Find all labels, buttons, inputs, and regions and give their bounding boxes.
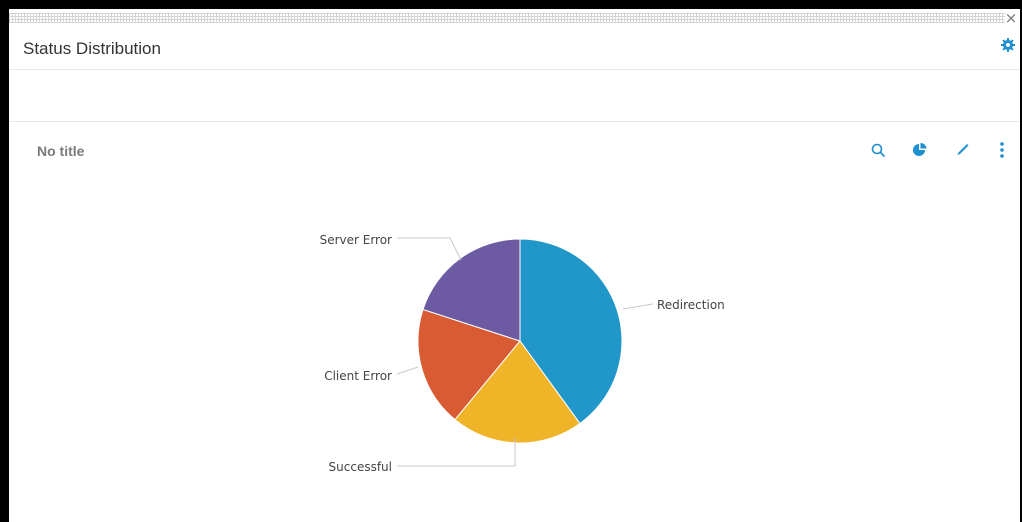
label-connector: [622, 303, 654, 310]
pie-label: Redirection: [657, 298, 725, 312]
pie-label: Client Error: [324, 369, 392, 383]
label-connector: [397, 237, 462, 261]
drag-handle[interactable]: [9, 13, 1005, 23]
widget-title: Status Distribution: [23, 39, 161, 58]
pie-chart-svg: Redirection Successful Client Error Server …: [320, 233, 725, 474]
gear-icon[interactable]: [1000, 37, 1016, 53]
label-connector: [397, 438, 516, 467]
pie-label: Server Error: [320, 233, 392, 247]
search-icon[interactable]: [868, 140, 888, 160]
more-vertical-icon[interactable]: [992, 140, 1012, 160]
label-connector: [396, 366, 419, 375]
edit-icon[interactable]: [952, 140, 972, 160]
panel-title: No title: [37, 143, 85, 159]
pie-chart: Redirection Successful Client Error Server …: [9, 170, 1020, 522]
pie-chart-icon[interactable]: [910, 140, 930, 160]
pie-label: Successful: [329, 460, 392, 474]
widget-header: Status Distribution: [9, 26, 1020, 70]
close-icon[interactable]: ×: [1004, 10, 1018, 26]
filter-bar: [9, 71, 1020, 122]
